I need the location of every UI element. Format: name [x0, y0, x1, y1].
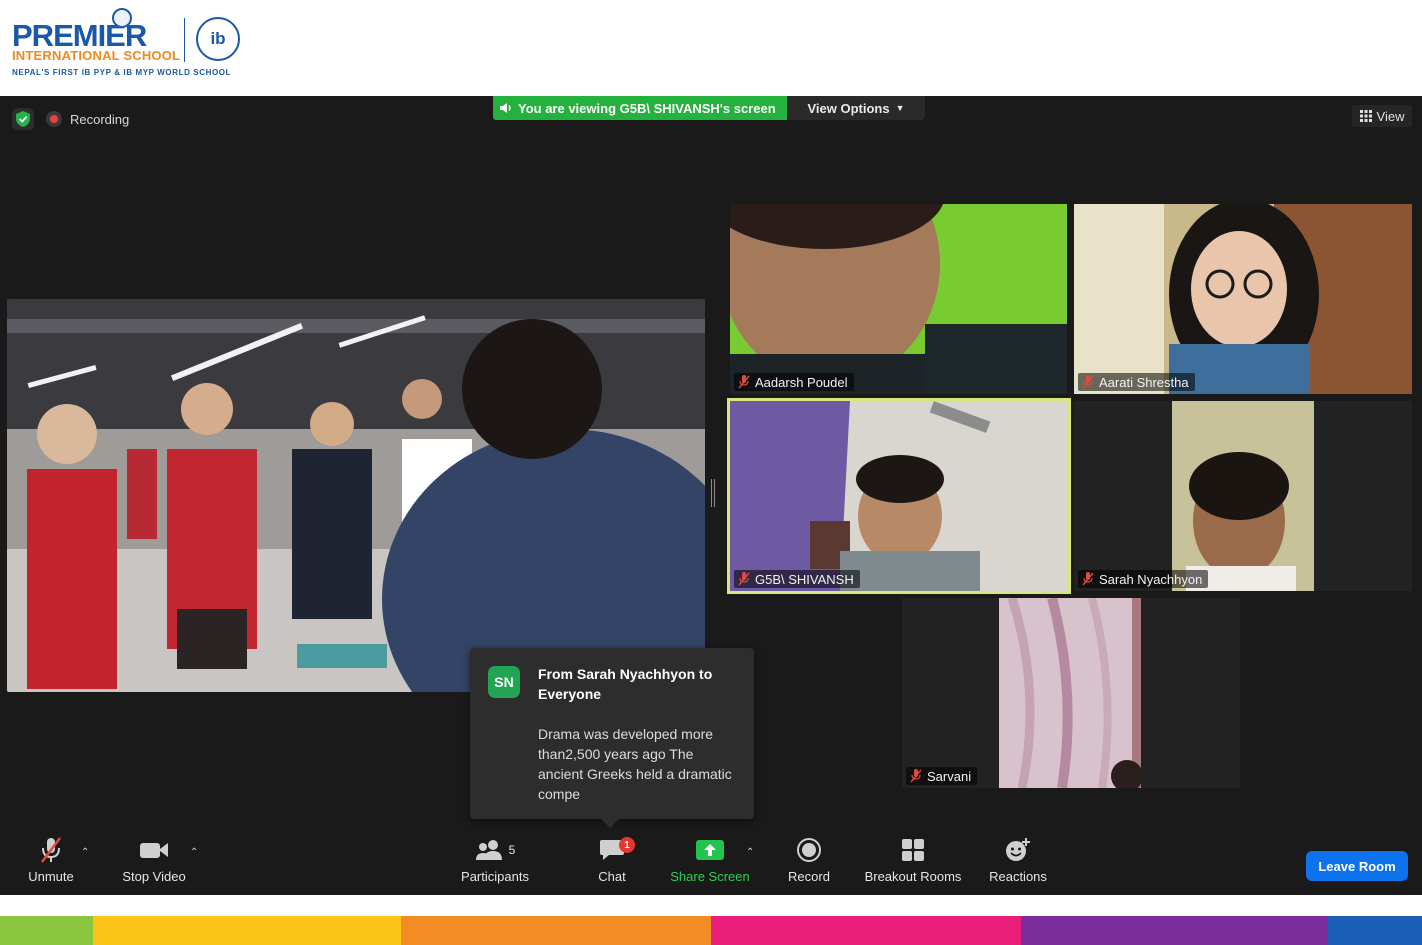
- shield-icon[interactable]: [12, 108, 34, 130]
- breakout-rooms-icon: [902, 839, 924, 861]
- reactions-label: Reactions: [989, 869, 1047, 884]
- stripe-pink: [711, 916, 1021, 945]
- breakout-rooms-label: Breakout Rooms: [864, 869, 962, 884]
- microphone-muted-icon: [1082, 572, 1094, 586]
- record-button[interactable]: Record: [784, 833, 834, 884]
- participant-tile-active-speaker[interactable]: G5B\ SHIVANSH: [727, 398, 1071, 594]
- unmute-label: Unmute: [28, 869, 74, 884]
- globe-icon: [112, 8, 132, 28]
- brand-color-stripe: [0, 916, 1422, 945]
- shared-screen-image: [7, 299, 705, 692]
- chat-button[interactable]: 1 Chat: [590, 833, 635, 884]
- share-screen-button[interactable]: Share Screen: [668, 833, 752, 884]
- stop-video-label: Stop Video: [122, 869, 186, 884]
- meeting-window: Recording You are viewing G5B\ SHIVANSH'…: [0, 96, 1422, 895]
- stripe-purple: [1021, 916, 1328, 945]
- viewing-banner-text: You are viewing G5B\ SHIVANSH's screen: [518, 100, 776, 116]
- view-button[interactable]: View: [1352, 105, 1412, 127]
- video-camera-icon: [140, 843, 168, 858]
- stripe-green: [0, 916, 93, 945]
- shared-screen[interactable]: [7, 299, 705, 692]
- share-screen-label: Share Screen: [670, 869, 750, 884]
- stripe-blue: [1328, 916, 1422, 945]
- participant-video: [730, 401, 1068, 591]
- participant-tile[interactable]: Sarah Nyachhyon: [1074, 401, 1412, 591]
- microphone-muted-icon: [738, 375, 750, 389]
- reactions-icon: [1006, 838, 1030, 861]
- video-options-chevron-icon[interactable]: ⌃: [190, 847, 198, 858]
- recording-label: Recording: [70, 111, 130, 127]
- participant-name-tag: Sarah Nyachhyon: [1078, 570, 1209, 588]
- participants-label: Participants: [461, 869, 529, 884]
- participant-name-tag: Aarati Shrestha: [1078, 373, 1195, 391]
- participant-name: Aarati Shrestha: [1099, 374, 1189, 390]
- microphone-muted-icon: [738, 572, 750, 586]
- microphone-muted-icon: [1082, 375, 1094, 389]
- participant-name-tag: Sarvani: [906, 767, 978, 785]
- chat-label: Chat: [598, 869, 626, 884]
- sender-avatar: SN: [488, 666, 520, 698]
- leave-room-button[interactable]: Leave Room: [1306, 851, 1408, 881]
- audio-options-chevron-icon[interactable]: ⌃: [81, 847, 89, 858]
- grid-view-icon: [1359, 110, 1372, 122]
- share-options-chevron-icon[interactable]: ⌃: [746, 847, 754, 858]
- chat-notification-title: From Sarah Nyachhyon to Everyone: [538, 666, 713, 702]
- recording-indicator[interactable]: Recording: [46, 107, 129, 131]
- logo-subtitle: INTERNATIONAL SCHOOL: [12, 48, 181, 63]
- recording-icon: [46, 111, 62, 127]
- viewing-banner: You are viewing G5B\ SHIVANSH's screen: [493, 96, 787, 120]
- participant-name-tag: G5B\ SHIVANSH: [734, 570, 860, 588]
- meeting-toolbar: Unmute ⌃ Stop Video ⌃ 5 Participants 1 C…: [0, 833, 1422, 895]
- view-options-label: View Options: [807, 100, 890, 116]
- participants-icon: [475, 840, 502, 860]
- view-label: View: [1376, 108, 1405, 124]
- stripe-yellow: [93, 916, 401, 945]
- participant-video: [902, 598, 1240, 788]
- stripe-orange: [401, 916, 711, 945]
- chevron-down-icon: ▼: [895, 103, 905, 113]
- participant-count: 5: [508, 843, 516, 857]
- participant-video: [730, 204, 1067, 394]
- participant-tile[interactable]: Aadarsh Poudel: [730, 204, 1067, 394]
- record-icon: [797, 838, 821, 862]
- view-options-button[interactable]: View Options ▼: [787, 96, 925, 120]
- chat-notification-message: Drama was developed more than2,500 years…: [538, 726, 732, 802]
- participant-tile[interactable]: Aarati Shrestha: [1074, 204, 1412, 394]
- participant-name-tag: Aadarsh Poudel: [734, 373, 854, 391]
- unmute-button[interactable]: Unmute: [24, 833, 78, 884]
- chat-unread-badge: 1: [619, 837, 635, 853]
- participant-name: Sarvani: [927, 768, 972, 784]
- share-screen-icon: [696, 840, 724, 860]
- participant-video: [1074, 401, 1412, 591]
- chat-notification-popup[interactable]: SN From Sarah Nyachhyon to Everyone Dram…: [470, 648, 754, 828]
- participant-name: Sarah Nyachhyon: [1099, 571, 1203, 587]
- participant-name: Aadarsh Poudel: [755, 374, 848, 390]
- microphone-muted-icon: [41, 837, 61, 863]
- school-header: PREMIER INTERNATIONAL SCHOOL NEPAL'S FIR…: [0, 0, 1422, 96]
- breakout-rooms-button[interactable]: Breakout Rooms: [861, 833, 965, 884]
- record-label: Record: [788, 869, 830, 884]
- participant-tile[interactable]: Sarvani: [902, 598, 1240, 788]
- panel-resize-handle[interactable]: [711, 479, 715, 507]
- reactions-button[interactable]: Reactions: [986, 833, 1050, 884]
- participants-button[interactable]: 5 Participants: [456, 833, 534, 884]
- microphone-muted-icon: [910, 769, 922, 783]
- ib-logo: ib: [196, 17, 240, 61]
- logo-divider: [184, 18, 185, 62]
- logo-tagline: NEPAL'S FIRST IB PYP & IB MYP WORLD SCHO…: [12, 68, 232, 77]
- speaker-icon: [500, 103, 511, 113]
- participant-video: [1074, 204, 1412, 394]
- participant-name: G5B\ SHIVANSH: [755, 571, 854, 587]
- stop-video-button[interactable]: Stop Video: [118, 833, 190, 884]
